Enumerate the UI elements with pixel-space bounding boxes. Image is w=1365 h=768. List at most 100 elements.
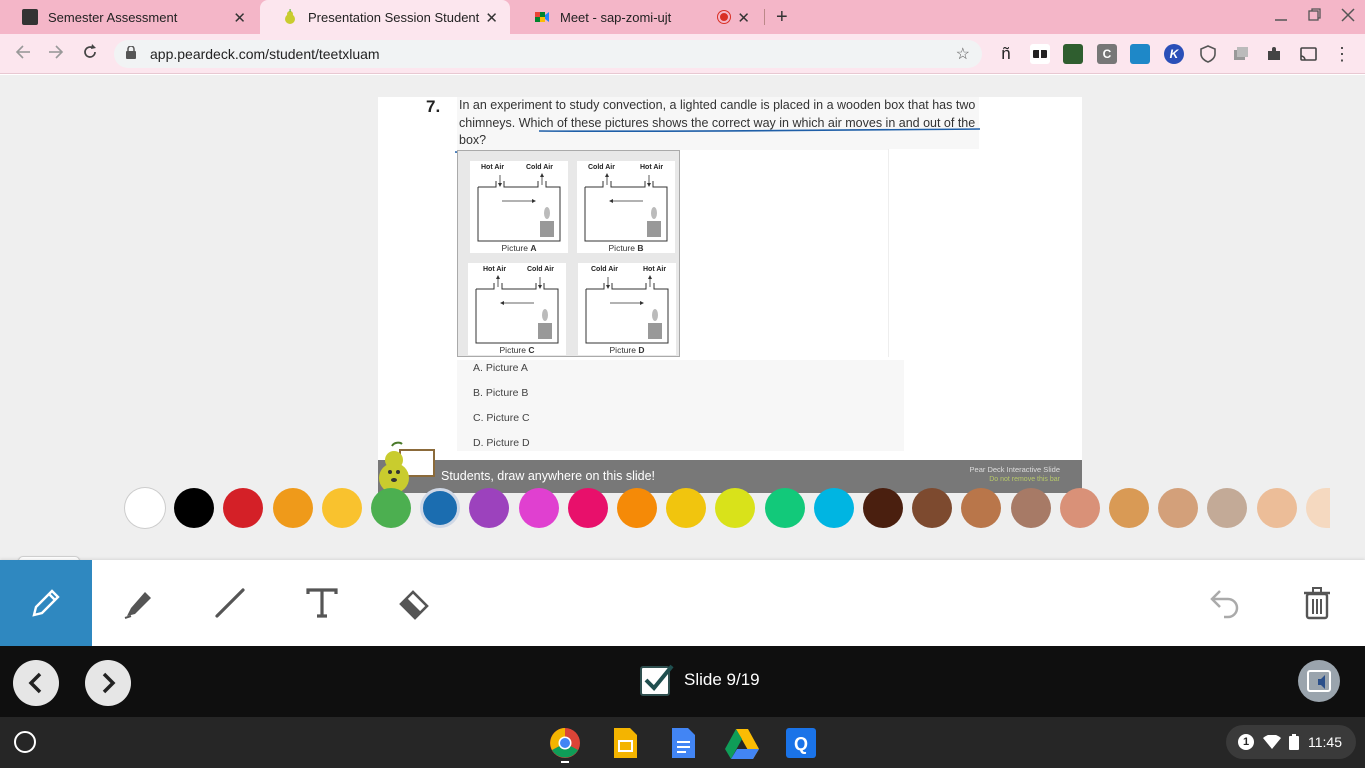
color-swatch[interactable] <box>321 488 362 528</box>
next-slide-button[interactable] <box>85 660 131 706</box>
tab-title: Semester Assessment <box>48 9 178 25</box>
close-icon[interactable]: ✕ <box>233 9 246 27</box>
peardeck-brand: Pear Deck Interactive Slide <box>969 465 1060 474</box>
puzzle-icon[interactable] <box>1264 44 1284 64</box>
extension-c-icon[interactable]: C <box>1097 44 1117 64</box>
url-text: app.peardeck.com/student/teetxluam <box>150 46 380 62</box>
pear-mascot-icon <box>378 440 436 493</box>
eraser-tool-button[interactable] <box>368 560 460 646</box>
new-tab-button[interactable]: + <box>776 6 788 29</box>
address-bar[interactable]: app.peardeck.com/student/teetxluam ☆ <box>114 40 982 68</box>
close-window-icon[interactable] <box>1341 8 1355 25</box>
color-swatch[interactable] <box>1207 488 1248 528</box>
caption-letter: B <box>637 243 644 253</box>
chevron-right-icon <box>102 672 116 694</box>
wifi-icon <box>1263 735 1281 749</box>
bookmark-star-icon[interactable]: ☆ <box>956 44 970 64</box>
shield-icon[interactable] <box>1198 44 1218 64</box>
extension-tabs-icon[interactable] <box>1231 44 1251 64</box>
slide-counter: Slide 9/19 <box>684 670 760 689</box>
response-checkbox[interactable] <box>640 664 674 696</box>
minimize-icon[interactable] <box>1274 8 1288 25</box>
picture-b: Cold Air Hot Air <box>577 161 675 253</box>
quizizz-app-icon[interactable]: Q <box>785 727 817 759</box>
color-swatch[interactable] <box>174 488 215 528</box>
forward-arrow-icon[interactable] <box>47 43 65 66</box>
reload-icon[interactable] <box>81 43 99 66</box>
color-swatch[interactable] <box>764 488 805 528</box>
color-swatch[interactable] <box>371 488 411 528</box>
tab-presentation-session[interactable]: Presentation Session Student ✕ <box>260 0 510 34</box>
color-swatch[interactable] <box>715 488 756 528</box>
pear-icon <box>282 9 298 25</box>
line-tool-button[interactable] <box>184 560 276 646</box>
slides-app-icon[interactable] <box>609 727 641 759</box>
clear-button[interactable] <box>1271 560 1363 646</box>
color-swatch[interactable] <box>1059 488 1100 528</box>
box-diagram <box>585 275 669 344</box>
color-swatch[interactable] <box>666 488 707 528</box>
color-swatch[interactable] <box>567 488 608 528</box>
meet-icon <box>534 9 550 25</box>
color-swatch[interactable] <box>223 488 264 528</box>
trash-icon <box>1304 587 1330 620</box>
pen-tool-button[interactable] <box>0 560 92 646</box>
back-arrow-icon[interactable] <box>14 43 32 66</box>
blank-panel <box>888 149 980 357</box>
docs-app-icon[interactable] <box>667 727 699 759</box>
chrome-app-icon[interactable] <box>549 727 581 763</box>
clock: 11:45 <box>1308 734 1342 750</box>
slide-canvas[interactable]: 7. In an experiment to study convection,… <box>378 97 1082 493</box>
box-diagram <box>584 173 668 242</box>
drive-app-icon[interactable] <box>725 727 759 759</box>
color-swatch[interactable] <box>961 488 1002 528</box>
color-swatch[interactable] <box>1010 488 1051 528</box>
caption-prefix: Picture <box>501 243 531 253</box>
color-swatch[interactable] <box>420 488 461 528</box>
extension-spanish-icon[interactable]: ñ <box>996 44 1016 64</box>
pencil-icon <box>32 589 60 617</box>
battery-icon <box>1289 734 1299 750</box>
choice-c: C. Picture C <box>473 412 530 424</box>
color-swatch[interactable] <box>1109 488 1149 528</box>
audio-button[interactable] <box>1298 660 1340 702</box>
color-swatch[interactable] <box>1158 488 1199 528</box>
highlighter-tool-button[interactable] <box>92 560 184 646</box>
tab-title: Meet - sap-zomi-ujt <box>560 9 672 25</box>
color-swatch[interactable] <box>863 488 903 528</box>
color-swatch[interactable] <box>272 488 313 528</box>
extension-k-icon[interactable]: K <box>1164 44 1184 64</box>
restore-icon[interactable] <box>1308 8 1322 25</box>
recording-icon <box>718 11 730 23</box>
choice-b: B. Picture B <box>473 387 529 399</box>
tab-strip: Semester Assessment ✕ Presentation Sessi… <box>0 0 1365 34</box>
extension-globe-icon[interactable] <box>1130 44 1150 64</box>
marker-icon <box>124 592 151 619</box>
eraser-icon <box>399 590 429 620</box>
color-swatch[interactable] <box>469 488 510 528</box>
kebab-menu-icon[interactable]: ⋮ <box>1332 44 1352 64</box>
picture-label: Hot Air <box>481 164 505 171</box>
extension-reader-icon[interactable] <box>1030 44 1050 64</box>
text-tool-button[interactable] <box>276 560 368 646</box>
extension-book-icon[interactable] <box>1063 44 1083 64</box>
close-icon[interactable]: ✕ <box>485 9 498 27</box>
cast-icon[interactable] <box>1298 44 1318 64</box>
status-tray[interactable]: 1 11:45 <box>1226 725 1356 759</box>
tab-meet[interactable]: Meet - sap-zomi-ujt ✕ <box>512 0 762 34</box>
undo-button[interactable] <box>1180 560 1272 646</box>
drawing-tools-bar <box>0 560 1365 646</box>
tab-semester-assessment[interactable]: Semester Assessment ✕ <box>0 0 258 34</box>
text-icon <box>306 588 338 618</box>
color-swatch[interactable] <box>1305 488 1330 528</box>
slide-nav-bar: Slide 9/19 <box>0 646 1365 717</box>
color-swatch[interactable] <box>125 488 165 528</box>
previous-slide-button[interactable] <box>13 660 59 706</box>
color-swatch[interactable] <box>617 488 657 528</box>
color-swatch[interactable] <box>912 488 953 528</box>
color-swatch[interactable] <box>1256 488 1297 528</box>
close-icon[interactable]: ✕ <box>737 9 750 27</box>
color-swatch[interactable] <box>813 488 854 528</box>
color-swatch[interactable] <box>518 488 559 528</box>
launcher-button[interactable] <box>14 731 36 753</box>
